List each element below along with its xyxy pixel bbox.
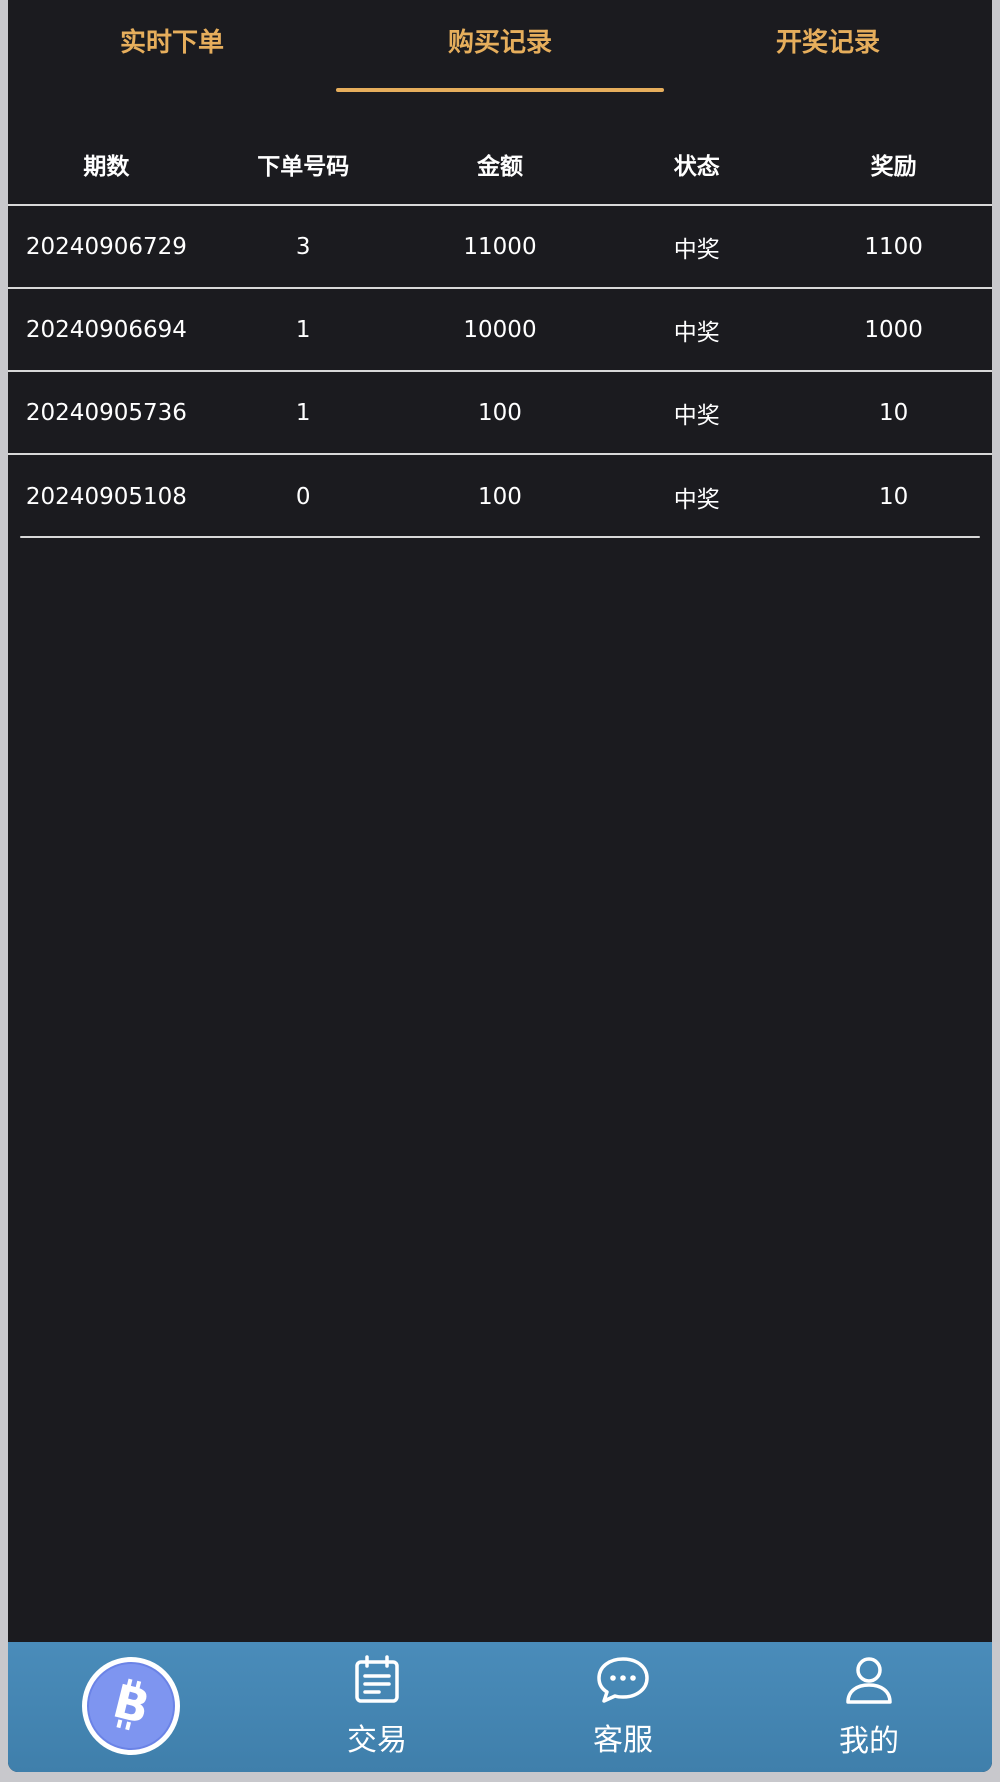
cell-order-number: 1 — [295, 399, 311, 426]
table-header: 期数 下单号码 金额 状态 奖励 — [8, 124, 992, 206]
column-header-amount: 金额 — [476, 154, 523, 180]
cell-reward: 10 — [878, 399, 909, 426]
cell-status: 中奖 — [673, 319, 720, 346]
user-icon — [843, 1654, 895, 1710]
cell-reward: 10 — [878, 483, 909, 510]
cell-order-number: 0 — [295, 483, 311, 510]
tab-live-order[interactable]: 实时下单 — [8, 0, 336, 80]
table-row: 20240905108 0 100 中奖 10 — [8, 455, 992, 538]
cell-reward: 1100 — [864, 233, 923, 260]
tab-label: 实时下单 — [119, 27, 224, 58]
cell-period: 20240905108 — [25, 483, 187, 510]
svg-text:B: B — [108, 1676, 155, 1734]
tab-bar: 实时下单 购买记录 开奖记录 — [8, 0, 992, 92]
column-header-period: 期数 — [83, 154, 130, 180]
chat-bubble-icon — [595, 1655, 651, 1709]
purchase-records-table: 期数 下单号码 金额 状态 奖励 20240906729 3 11000 中奖 … — [8, 124, 992, 538]
cell-status: 中奖 — [673, 236, 720, 263]
notepad-icon — [352, 1655, 402, 1709]
column-header-status: 状态 — [673, 154, 720, 180]
column-header-order-number: 下单号码 — [257, 154, 350, 180]
column-header-reward: 奖励 — [870, 154, 917, 180]
cell-order-number: 3 — [295, 233, 311, 260]
nav-customer-service[interactable]: 客服 — [500, 1642, 746, 1772]
cell-period: 20240905736 — [25, 399, 187, 426]
tab-draw-records[interactable]: 开奖记录 — [664, 0, 992, 80]
tab-purchase-records[interactable]: 购买记录 — [336, 0, 664, 92]
table-row: 20240906729 3 11000 中奖 1100 — [8, 206, 992, 289]
cell-status: 中奖 — [673, 486, 720, 513]
cell-status: 中奖 — [673, 402, 720, 429]
nav-label-trade: 交易 — [347, 1723, 407, 1758]
bitcoin-icon: B — [82, 1657, 180, 1755]
nav-profile[interactable]: 我的 — [746, 1642, 992, 1772]
table-row: 20240906694 1 10000 中奖 1000 — [8, 289, 992, 372]
nav-label-profile: 我的 — [839, 1724, 899, 1759]
cell-amount: 100 — [478, 399, 522, 426]
bottom-nav-bar: B 交易 客服 我的 — [8, 1642, 992, 1772]
cell-order-number: 1 — [295, 316, 311, 343]
app-screen: 实时下单 购买记录 开奖记录 期数 下单号码 金额 状态 奖励 20240906… — [8, 0, 992, 1772]
cell-amount: 100 — [478, 483, 522, 510]
nav-label-customer-service: 客服 — [593, 1723, 653, 1758]
table-row: 20240905736 1 100 中奖 10 — [8, 372, 992, 455]
cell-amount: 11000 — [463, 233, 537, 260]
nav-trade[interactable]: 交易 — [254, 1642, 500, 1772]
cell-period: 20240906694 — [25, 316, 187, 343]
tab-label: 购买记录 — [447, 27, 552, 58]
tab-label: 开奖记录 — [775, 27, 880, 58]
cell-reward: 1000 — [864, 316, 923, 343]
cell-period: 20240906729 — [25, 233, 187, 260]
cell-amount: 10000 — [463, 316, 537, 343]
nav-home-bitcoin[interactable]: B — [8, 1642, 254, 1772]
